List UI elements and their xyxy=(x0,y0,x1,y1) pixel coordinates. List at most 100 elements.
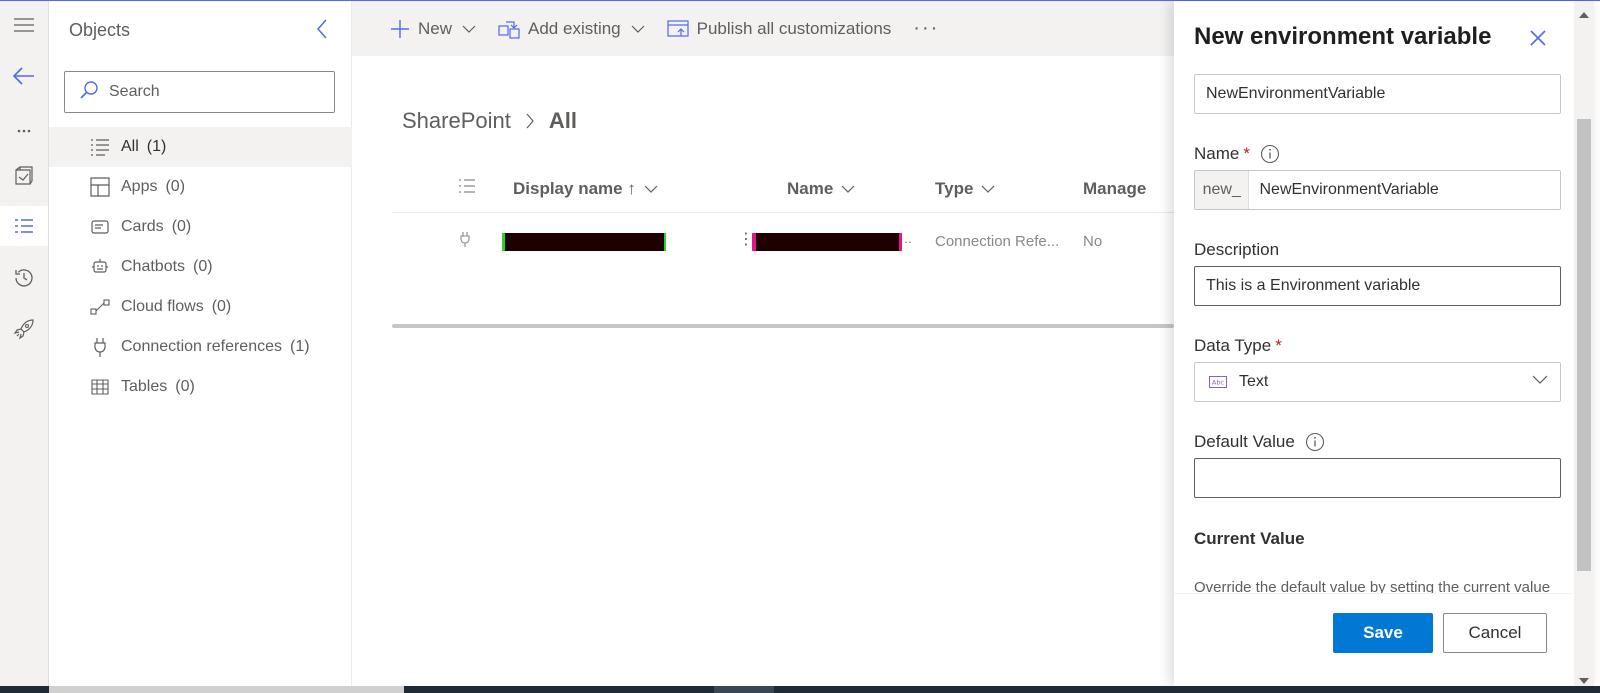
list-icon xyxy=(14,218,34,234)
nav-item-count: (0) xyxy=(165,178,186,195)
name-prefix: new_ xyxy=(1195,171,1250,209)
objects-nav: All (1) Apps (0) Cards (0) Chatbots (0) … xyxy=(49,127,352,407)
truncation-ellipsis: .. xyxy=(904,230,912,246)
add-existing-label: Add existing xyxy=(528,18,621,38)
panel-vertical-scrollbar[interactable] xyxy=(1574,1,1594,686)
nav-item-label: All xyxy=(121,138,139,155)
scroll-up-arrow-icon[interactable] xyxy=(1579,5,1589,23)
required-marker: * xyxy=(1243,144,1250,163)
cancel-button[interactable]: Cancel xyxy=(1443,613,1547,653)
scrollbar-thumb[interactable] xyxy=(1577,119,1591,571)
nav-item-cloud-flows[interactable]: Cloud flows (0) xyxy=(49,287,352,327)
column-name-label: Name xyxy=(787,179,834,198)
description-field[interactable] xyxy=(1194,266,1561,306)
list-rail-button[interactable] xyxy=(0,206,48,246)
default-value-field[interactable] xyxy=(1194,458,1561,498)
history-icon xyxy=(13,267,35,289)
nav-item-tables[interactable]: Tables (0) xyxy=(49,367,352,407)
column-type[interactable]: Type xyxy=(935,179,995,199)
display-name-input[interactable] xyxy=(1206,85,1560,103)
data-type-label: Data Type xyxy=(1194,336,1272,355)
grid-header: Display name ↑ Name Type Manage xyxy=(392,161,1174,213)
new-label: New xyxy=(418,18,453,38)
info-icon[interactable] xyxy=(1260,144,1280,164)
column-options-icon[interactable] xyxy=(458,178,476,199)
rocket-icon xyxy=(13,318,35,340)
text-type-icon: Abc xyxy=(1209,376,1227,388)
objects-pane: Objects All (1) App xyxy=(49,1,352,686)
chevron-right-icon xyxy=(525,113,535,129)
card-icon xyxy=(89,216,111,238)
chevron-down-icon xyxy=(462,25,476,33)
history-rail-button[interactable] xyxy=(0,258,48,298)
nav-item-apps[interactable]: Apps (0) xyxy=(49,167,352,207)
plus-icon xyxy=(390,19,410,39)
back-arrow-icon xyxy=(13,67,35,85)
display-name-field[interactable] xyxy=(1194,74,1561,114)
column-name[interactable]: Name xyxy=(787,179,855,199)
nav-item-count: (0) xyxy=(193,258,213,275)
objects-search-input[interactable] xyxy=(109,83,329,101)
column-managed-label: Manage xyxy=(1083,179,1147,198)
nav-item-label: Chatbots xyxy=(121,258,186,275)
chevron-down-icon xyxy=(644,185,658,193)
new-environment-variable-panel: New environment variable Name * new_ Des… xyxy=(1174,1,1594,686)
flow-icon xyxy=(89,296,111,318)
row-type: Connection Refe... xyxy=(935,233,1060,250)
name-label: Name xyxy=(1194,144,1240,163)
nav-item-count: (1) xyxy=(289,338,310,355)
description-label: Description xyxy=(1194,240,1280,259)
plug-icon xyxy=(89,336,111,358)
data-type-value: Text xyxy=(1239,373,1269,390)
search-icon xyxy=(79,80,99,105)
more-commands-button[interactable]: ··· xyxy=(913,17,939,40)
save-button[interactable]: Save xyxy=(1333,613,1433,653)
nav-item-all[interactable]: All (1) xyxy=(49,127,352,167)
objects-rail-button[interactable] xyxy=(0,156,48,196)
nav-item-connection-references[interactable]: Connection references (1) xyxy=(49,327,352,367)
more-button[interactable] xyxy=(0,111,48,151)
redacted-display-name xyxy=(502,233,666,251)
default-value-label: Default Value xyxy=(1194,432,1295,451)
add-existing-button[interactable]: Add existing xyxy=(498,19,645,39)
name-input[interactable] xyxy=(1259,181,1560,199)
column-managed[interactable]: Manage xyxy=(1083,179,1146,199)
required-marker: * xyxy=(1275,336,1282,355)
nav-item-cards[interactable]: Cards (0) xyxy=(49,207,352,247)
row-managed: No xyxy=(1083,233,1103,250)
data-type-label-row: Data Type * xyxy=(1194,336,1282,356)
nav-item-count: (1) xyxy=(146,138,167,155)
object-icon xyxy=(14,166,34,186)
app-root: Objects All (1) App xyxy=(0,0,1600,693)
info-icon[interactable] xyxy=(1305,432,1325,452)
rocket-rail-button[interactable] xyxy=(0,309,48,349)
column-display-name[interactable]: Display name ↑ xyxy=(513,179,658,199)
back-button[interactable] xyxy=(0,56,48,96)
content-area: SharePoint All Display name ↑ Name Type … xyxy=(352,56,1174,686)
horizontal-scrollbar[interactable] xyxy=(392,324,1174,328)
table-row[interactable]: ⋮ .. Connection Refe... No xyxy=(392,213,1174,271)
new-button[interactable]: New xyxy=(390,19,476,39)
objects-title: Objects xyxy=(69,20,131,40)
breadcrumb: SharePoint All xyxy=(402,108,577,134)
close-panel-button[interactable] xyxy=(1526,28,1550,52)
collapse-objects-button[interactable] xyxy=(311,17,335,41)
nav-item-label: Tables xyxy=(121,378,168,395)
breadcrumb-parent[interactable]: SharePoint xyxy=(402,108,511,134)
chatbot-icon xyxy=(89,256,111,278)
close-icon xyxy=(1529,29,1547,52)
default-value-input[interactable] xyxy=(1206,469,1560,487)
menu-icon xyxy=(14,18,34,32)
bottom-scroll-segment xyxy=(49,686,404,693)
chevron-left-icon xyxy=(311,19,335,45)
publish-all-button[interactable]: Publish all customizations xyxy=(667,19,891,39)
nav-item-count: (0) xyxy=(171,218,192,235)
panel-footer: Save Cancel xyxy=(1174,593,1572,686)
data-type-dropdown[interactable]: Abc Text xyxy=(1194,362,1561,402)
nav-item-chatbots[interactable]: Chatbots (0) xyxy=(49,247,352,287)
description-input[interactable] xyxy=(1206,277,1560,295)
name-field[interactable]: new_ xyxy=(1194,170,1561,210)
menu-button[interactable] xyxy=(0,5,48,45)
redacted-name xyxy=(752,233,902,251)
objects-search-box[interactable] xyxy=(64,71,335,113)
